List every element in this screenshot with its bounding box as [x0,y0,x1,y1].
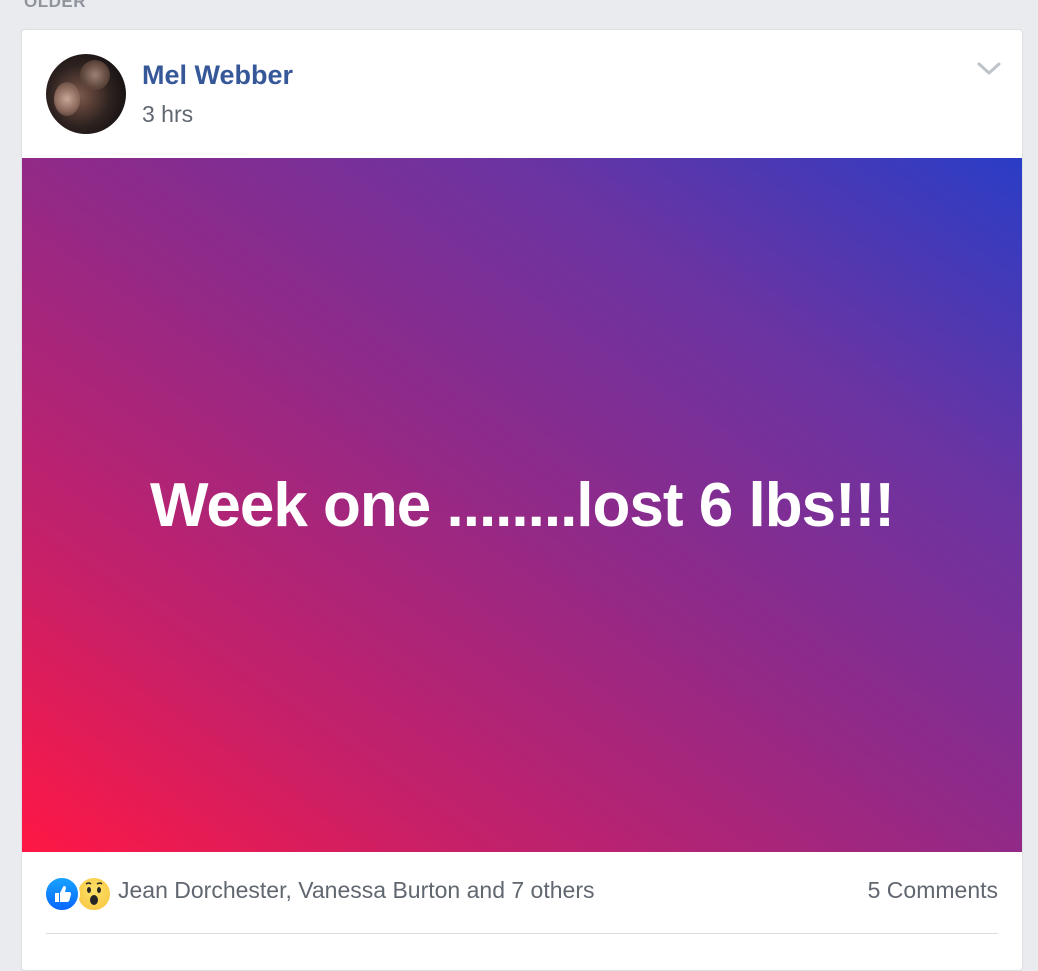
wow-icon [76,876,112,912]
post-timestamp[interactable]: 3 hrs [142,101,193,128]
author-name[interactable]: Mel Webber [142,60,293,91]
section-label: OLDER [24,0,86,11]
comments-count[interactable]: 5 Comments [868,877,998,904]
post-footer: Jean Dorchester, Vanessa Burton and 7 ot… [22,852,1022,970]
avatar[interactable] [46,54,126,134]
post-text: Week one ........lost 6 lbs!!! [149,470,895,540]
divider [46,933,998,934]
post-background: Week one ........lost 6 lbs!!! [22,158,1022,852]
reaction-icons[interactable] [44,876,114,912]
like-icon [44,876,80,912]
chevron-down-icon[interactable] [976,58,1002,78]
post-header: Mel Webber 3 hrs [22,30,1022,158]
post-card: Mel Webber 3 hrs Week one ........lost 6… [21,29,1023,971]
reaction-names[interactable]: Jean Dorchester, Vanessa Burton and 7 ot… [118,877,594,904]
